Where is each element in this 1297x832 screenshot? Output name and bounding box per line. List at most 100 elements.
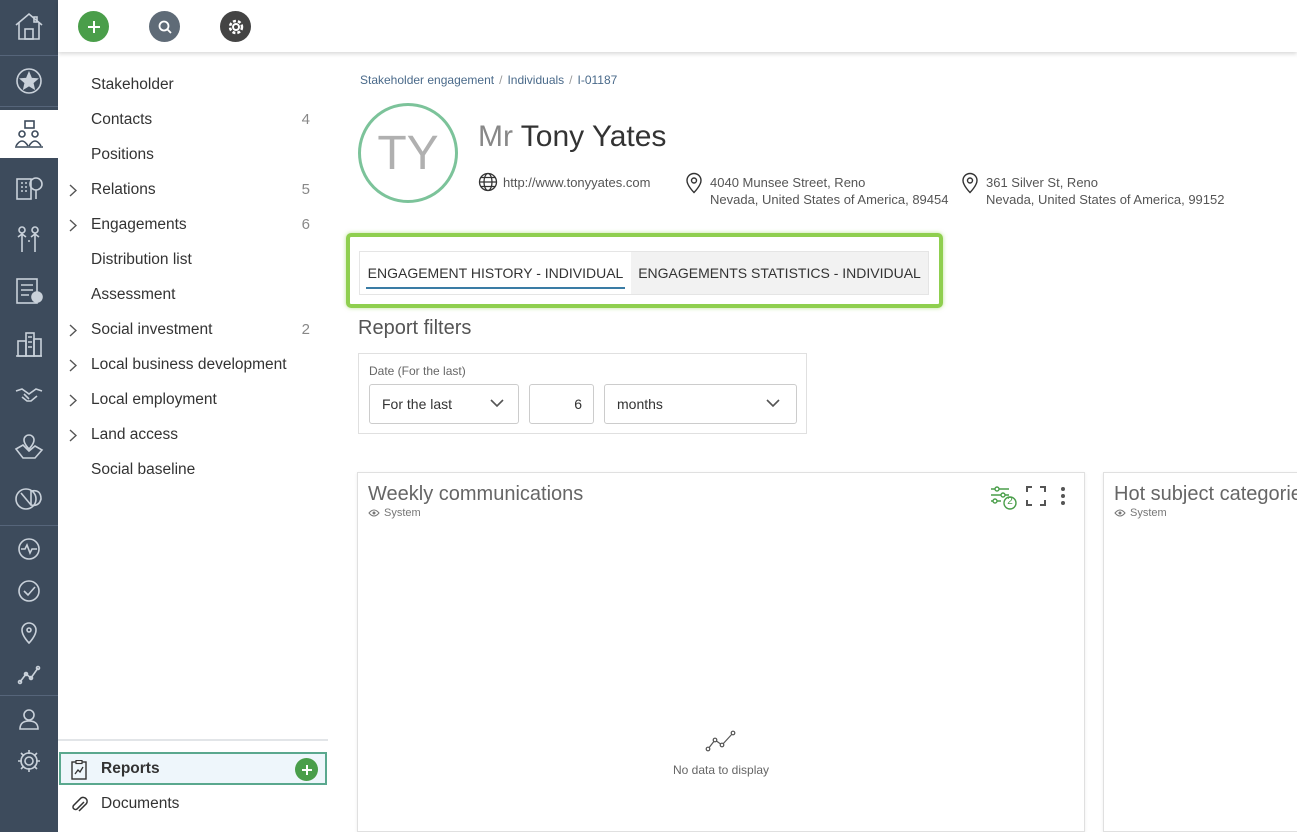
add-report-button[interactable]	[295, 758, 318, 781]
chevron-down-icon	[490, 399, 504, 408]
address-1-line-2: Nevada, United States of America, 89454	[710, 192, 949, 207]
sidebar-item-label: Positions	[91, 146, 154, 163]
engagement-icon[interactable]	[0, 110, 58, 158]
chevron-right-icon[interactable]	[69, 219, 77, 232]
chevron-right-icon[interactable]	[69, 184, 77, 197]
period-mode-select[interactable]: For the last	[369, 384, 519, 424]
chevron-right-icon[interactable]	[69, 429, 77, 442]
sidebar-item-count: 2	[301, 321, 310, 338]
widget-visibility: System	[368, 507, 421, 519]
sidebar-item-distribution-list[interactable]: Distribution list	[58, 243, 328, 278]
breadcrumb-stakeholder-engagement[interactable]: Stakeholder engagement	[360, 73, 494, 87]
icon-rail	[0, 0, 58, 832]
sidebar-item-engagements[interactable]: Engagements 6	[58, 208, 328, 243]
home-icon[interactable]	[0, 5, 58, 47]
chart-placeholder-icon	[705, 729, 737, 753]
widget-filter-button[interactable]: 2	[989, 484, 1019, 512]
sidebar-item-contacts[interactable]: Contacts 4	[58, 103, 328, 138]
tab-engagement-history[interactable]: ENGAGEMENT HISTORY - INDIVIDUAL	[360, 252, 631, 294]
gear-icon[interactable]	[0, 740, 58, 782]
visibility-label: System	[1130, 507, 1167, 519]
people-icon[interactable]	[0, 218, 58, 260]
person-name: Tony Yates	[520, 120, 667, 153]
location-pin-icon	[685, 172, 703, 194]
eye-icon	[1114, 509, 1126, 517]
chevron-right-icon[interactable]	[69, 359, 77, 372]
sidebar-item-label: Stakeholder	[91, 76, 174, 93]
period-amount-input[interactable]: 6	[529, 384, 594, 424]
breadcrumb-individuals[interactable]: Individuals	[507, 73, 564, 87]
salutation: Mr	[478, 120, 513, 153]
plus-icon[interactable]	[78, 11, 109, 42]
leaf-icon[interactable]	[0, 478, 58, 520]
fullscreen-icon[interactable]	[1026, 486, 1046, 506]
sidebar-item-label: Contacts	[91, 111, 153, 128]
period-unit-select[interactable]: months	[604, 384, 797, 424]
report-tabs: ENGAGEMENT HISTORY - INDIVIDUAL ENGAGEME…	[359, 251, 929, 295]
sidebar-item-label: Social investment	[91, 321, 213, 338]
eye-icon	[368, 509, 380, 517]
tabs-highlight: ENGAGEMENT HISTORY - INDIVIDUAL ENGAGEME…	[346, 233, 943, 308]
more-options-icon[interactable]	[1059, 486, 1067, 506]
pulse-icon[interactable]	[0, 528, 58, 570]
sidebar-item-assessment[interactable]: Assessment	[58, 278, 328, 313]
reports-nav-item[interactable]: Reports	[59, 752, 327, 785]
no-data-message: No data to display	[672, 763, 770, 777]
visibility-label: System	[384, 507, 421, 519]
date-filter: Date (For the last) For the last 6 month…	[358, 353, 807, 434]
handshake-icon[interactable]	[0, 374, 58, 416]
sidebar-item-local-employment[interactable]: Local employment	[58, 383, 328, 418]
report-filters-title: Report filters	[358, 317, 472, 339]
search-icon[interactable]	[149, 11, 180, 42]
address-1-line-1: 4040 Munsee Street, Reno	[710, 175, 866, 190]
filter-count-badge: 2	[1007, 496, 1013, 507]
documents-nav-item[interactable]: Documents	[59, 788, 327, 821]
check-circle-icon[interactable]	[0, 570, 58, 612]
sidebar-item-label: Relations	[91, 181, 156, 198]
sidebar-item-label: Local business development	[91, 356, 287, 373]
globe-icon	[478, 172, 498, 192]
hot-subject-categories-widget: Hot subject categories System	[1103, 472, 1297, 832]
settings-gear-icon[interactable]	[220, 11, 251, 42]
top-bar	[58, 0, 1297, 52]
period-mode-value: For the last	[382, 396, 453, 412]
sidebar-item-relations[interactable]: Relations 5	[58, 173, 328, 208]
sidebar-item-social-baseline[interactable]: Social baseline	[58, 453, 328, 488]
user-icon[interactable]	[0, 698, 58, 740]
city-icon[interactable]	[0, 322, 58, 364]
sidebar-nav: Stakeholder Contacts 4 Positions Relations 5 E…	[58, 52, 328, 832]
trend-icon[interactable]	[0, 654, 58, 696]
checklist-icon[interactable]	[0, 270, 58, 312]
star-icon[interactable]	[0, 60, 58, 102]
reports-label: Reports	[101, 760, 160, 777]
documents-label: Documents	[101, 795, 180, 812]
nav-divider	[58, 739, 328, 741]
sidebar-item-count: 5	[301, 181, 310, 198]
tab-engagements-statistics[interactable]: ENGAGEMENTS STATISTICS - INDIVIDUAL	[631, 252, 928, 294]
sidebar-item-count: 6	[301, 216, 310, 233]
sidebar-item-count: 4	[301, 111, 310, 128]
chevron-right-icon[interactable]	[69, 324, 77, 337]
sidebar-item-label: Engagements	[91, 216, 187, 233]
sidebar-item-land-access[interactable]: Land access	[58, 418, 328, 453]
chevron-down-icon	[766, 399, 780, 408]
widget-visibility: System	[1114, 507, 1167, 519]
sidebar-item-stakeholder[interactable]: Stakeholder	[58, 68, 328, 103]
report-clipboard-icon	[70, 760, 88, 780]
address-2-line-1: 361 Silver St, Reno	[986, 175, 1099, 190]
breadcrumb-current[interactable]: I-01187	[578, 73, 618, 87]
sidebar-item-local-business-development[interactable]: Local business development	[58, 348, 328, 383]
sidebar-item-positions[interactable]: Positions	[58, 138, 328, 173]
sidebar-item-label: Land access	[91, 426, 179, 443]
sidebar-item-social-investment[interactable]: Social investment 2	[58, 313, 328, 348]
page-title: Mr Tony Yates	[478, 120, 666, 154]
period-amount-value: 6	[574, 396, 582, 412]
website-link[interactable]: http://www.tonyyates.com	[503, 174, 650, 191]
sidebar-item-label: Distribution list	[91, 251, 192, 268]
building-tree-icon[interactable]	[0, 166, 58, 208]
location-icon[interactable]	[0, 612, 58, 654]
paperclip-icon	[69, 795, 89, 815]
chevron-right-icon[interactable]	[69, 394, 77, 407]
map-pin-area-icon[interactable]	[0, 426, 58, 468]
breadcrumb: Stakeholder engagement / Individuals / I-011…	[360, 73, 618, 87]
